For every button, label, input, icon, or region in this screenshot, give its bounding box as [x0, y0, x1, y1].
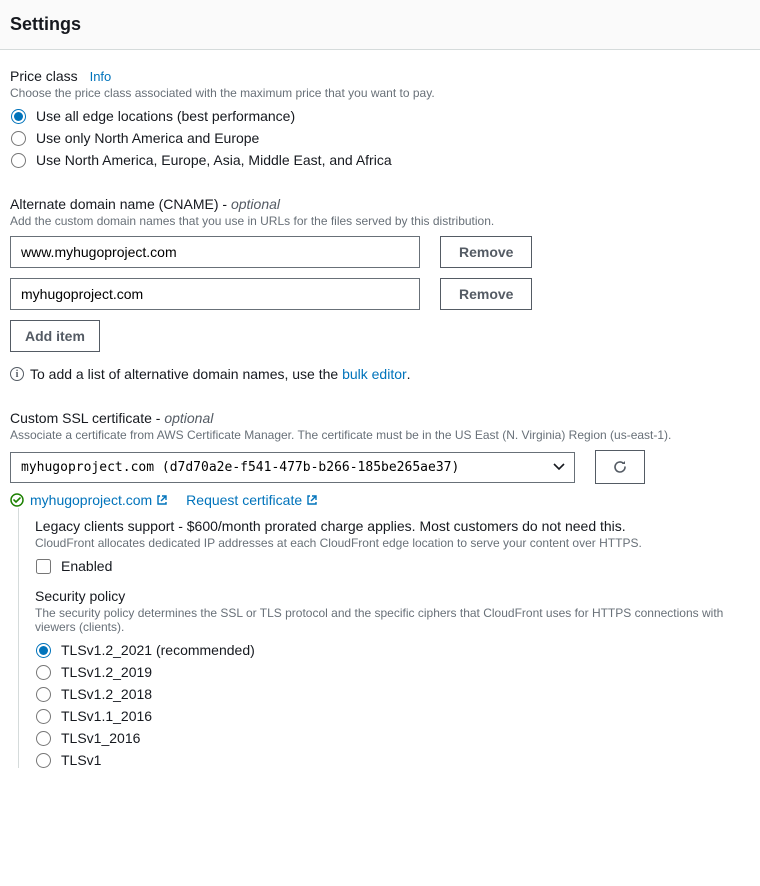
- price-class-option-2[interactable]: Use North America, Europe, Asia, Middle …: [10, 152, 750, 168]
- price-class-radio-2[interactable]: [11, 153, 26, 168]
- security-policy-radio-4[interactable]: [36, 731, 51, 746]
- price-class-section: Price class Info Choose the price class …: [10, 68, 750, 168]
- bulk-editor-prefix: To add a list of alternative domain name…: [30, 366, 338, 382]
- security-policy-option-1[interactable]: TLSv1.2_2019: [35, 664, 750, 680]
- bulk-editor-suffix: .: [407, 366, 411, 382]
- security-policy-option-4[interactable]: TLSv1_2016: [35, 730, 750, 746]
- security-policy-radio-2[interactable]: [36, 687, 51, 702]
- price-class-hint: Choose the price class associated with t…: [10, 86, 750, 100]
- security-policy-label-5: TLSv1: [61, 752, 101, 768]
- price-class-radio-0[interactable]: [11, 109, 26, 124]
- legacy-clients-section: Legacy clients support - $600/month pror…: [35, 518, 750, 574]
- price-class-label: Price class: [10, 68, 78, 84]
- security-policy-hint: The security policy determines the SSL o…: [35, 606, 750, 634]
- security-policy-radio-5[interactable]: [36, 753, 51, 768]
- cname-section: Alternate domain name (CNAME) - optional…: [10, 196, 750, 382]
- cname-row-1: Remove: [10, 278, 750, 310]
- price-class-option-1[interactable]: Use only North America and Europe: [10, 130, 750, 146]
- cname-row-0: Remove: [10, 236, 750, 268]
- security-policy-label-3: TLSv1.1_2016: [61, 708, 152, 724]
- security-policy-section: Security policy The security policy dete…: [35, 588, 750, 768]
- cname-add-button[interactable]: Add item: [10, 320, 100, 352]
- external-link-icon: [306, 494, 318, 506]
- security-policy-option-5[interactable]: TLSv1: [35, 752, 750, 768]
- request-certificate-link[interactable]: Request certificate: [186, 492, 318, 508]
- price-class-option-label-2: Use North America, Europe, Asia, Middle …: [36, 152, 392, 168]
- info-icon: i: [10, 367, 24, 381]
- security-policy-radio-1[interactable]: [36, 665, 51, 680]
- legacy-clients-hint: CloudFront allocates dedicated IP addres…: [35, 536, 750, 550]
- cname-optional: optional: [231, 196, 280, 212]
- ssl-optional: optional: [164, 410, 213, 426]
- request-certificate-text: Request certificate: [186, 492, 302, 508]
- cname-remove-button-0[interactable]: Remove: [440, 236, 532, 268]
- security-policy-option-3[interactable]: TLSv1.1_2016: [35, 708, 750, 724]
- cname-remove-button-1[interactable]: Remove: [440, 278, 532, 310]
- security-policy-radio-0[interactable]: [36, 643, 51, 658]
- ssl-section: Custom SSL certificate - optional Associ…: [10, 410, 750, 768]
- price-class-info-link[interactable]: Info: [90, 69, 112, 84]
- legacy-enabled-label: Enabled: [61, 558, 112, 574]
- security-policy-label-2: TLSv1.2_2018: [61, 686, 152, 702]
- ssl-certificate-select[interactable]: [10, 452, 575, 483]
- legacy-clients-title: Legacy clients support - $600/month pror…: [35, 518, 750, 534]
- external-link-icon: [156, 494, 168, 506]
- bulk-editor-link[interactable]: bulk editor: [342, 366, 407, 382]
- page-title: Settings: [10, 14, 750, 35]
- ssl-verified-domain-text: myhugoproject.com: [30, 492, 152, 508]
- cname-input-1[interactable]: [10, 278, 420, 310]
- security-policy-option-0[interactable]: TLSv1.2_2021 (recommended): [35, 642, 750, 658]
- ssl-verified-domain-link[interactable]: myhugoproject.com: [30, 492, 168, 508]
- security-policy-label-0: TLSv1.2_2021 (recommended): [61, 642, 255, 658]
- price-class-option-0[interactable]: Use all edge locations (best performance…: [10, 108, 750, 124]
- security-policy-label-4: TLSv1_2016: [61, 730, 140, 746]
- security-policy-title: Security policy: [35, 588, 750, 604]
- security-policy-label-1: TLSv1.2_2019: [61, 664, 152, 680]
- price-class-option-label-1: Use only North America and Europe: [36, 130, 259, 146]
- security-policy-radio-3[interactable]: [36, 709, 51, 724]
- ssl-hint: Associate a certificate from AWS Certifi…: [10, 428, 750, 442]
- ssl-label: Custom SSL certificate -: [10, 410, 164, 426]
- cname-input-0[interactable]: [10, 236, 420, 268]
- price-class-option-label-0: Use all edge locations (best performance…: [36, 108, 295, 124]
- security-policy-option-2[interactable]: TLSv1.2_2018: [35, 686, 750, 702]
- cname-hint: Add the custom domain names that you use…: [10, 214, 750, 228]
- legacy-enabled-checkbox[interactable]: [36, 559, 51, 574]
- refresh-icon: [612, 459, 628, 475]
- legacy-enabled-row[interactable]: Enabled: [35, 558, 750, 574]
- check-circle-icon: [10, 493, 24, 507]
- cname-label: Alternate domain name (CNAME) -: [10, 196, 231, 212]
- price-class-radio-1[interactable]: [11, 131, 26, 146]
- ssl-refresh-button[interactable]: [595, 450, 645, 484]
